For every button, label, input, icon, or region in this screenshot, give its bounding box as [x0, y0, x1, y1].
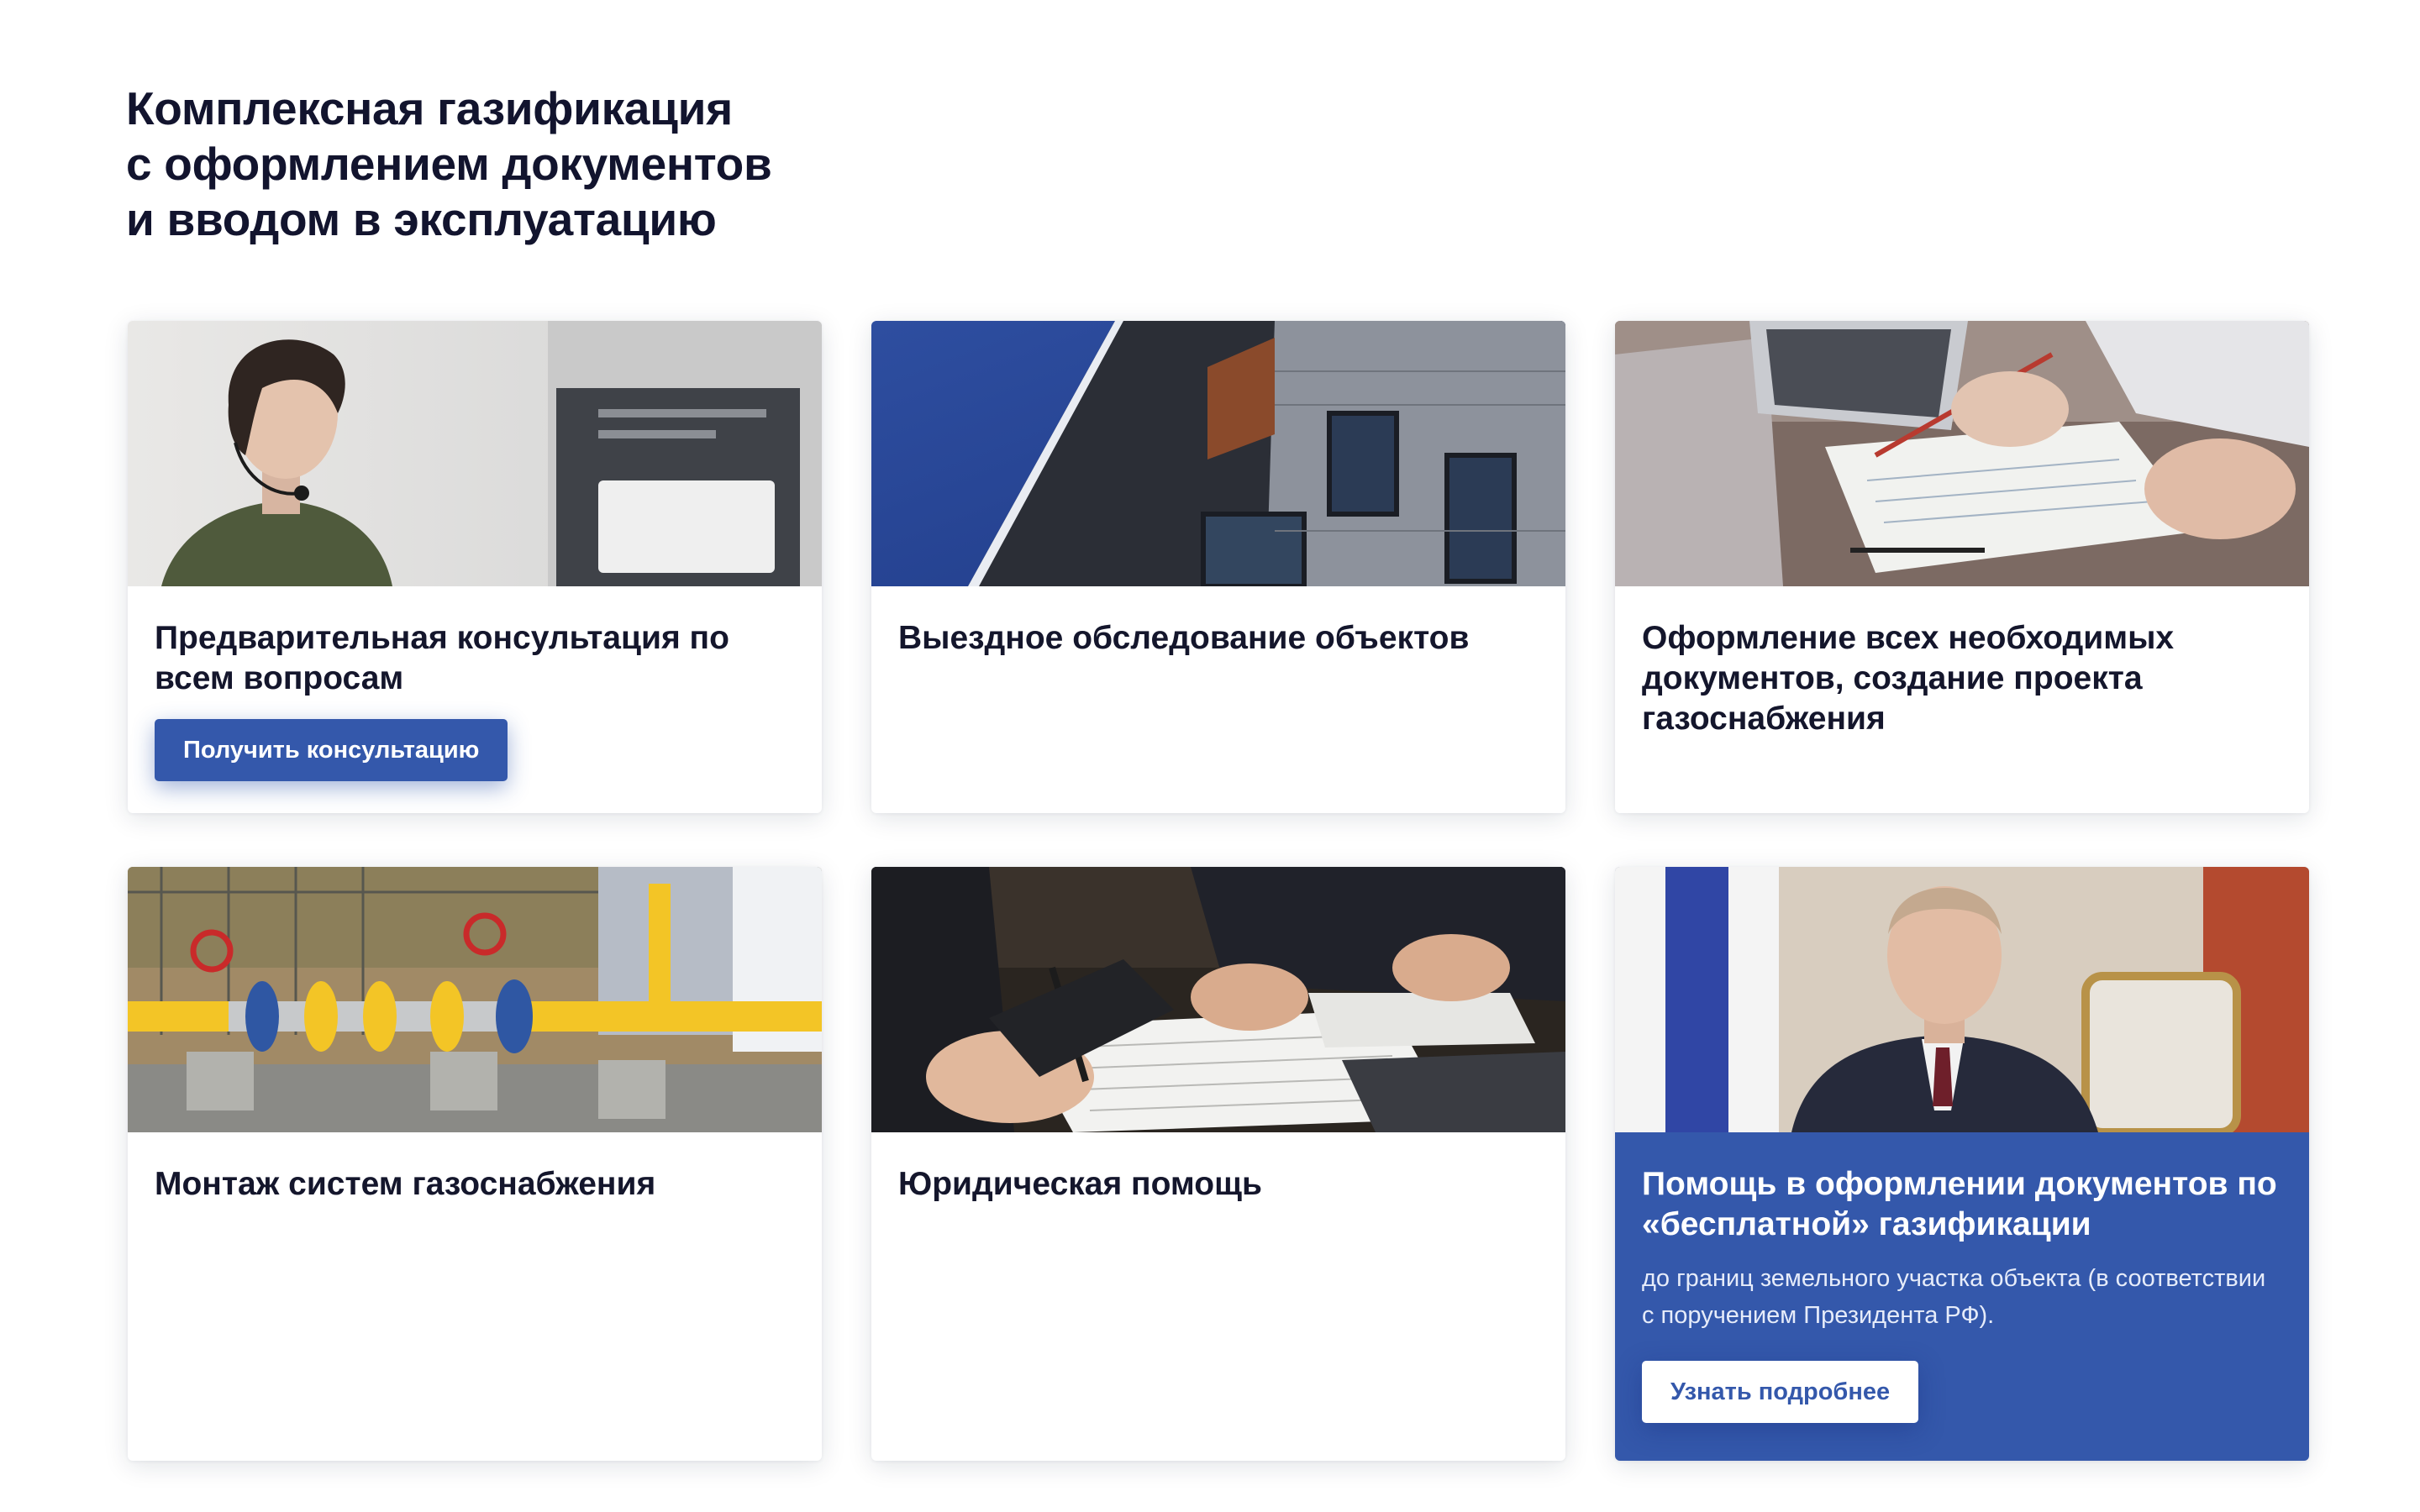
section-title-line: Комплексная газификация [126, 82, 733, 134]
card-title: Помощь в оформлении документов по «беспл… [1642, 1166, 2277, 1242]
card-title: Выездное обследование объектов [898, 620, 1470, 656]
learn-more-button[interactable]: Узнать подробнее [1642, 1361, 1919, 1423]
section-title: Комплексная газификация с оформлением до… [126, 81, 772, 247]
card-title: Юридическая помощь [898, 1166, 1262, 1202]
service-card-free-gasification: Помощь в оформлении документов по «беспл… [1615, 867, 2309, 1461]
service-card-inspection: Выездное обследование объектов [871, 321, 1565, 813]
card-title: Монтаж систем газоснабжения [155, 1166, 656, 1202]
card-image-operator [128, 321, 822, 586]
service-card-documents: Оформление всех необходимых документов, … [1615, 321, 2309, 813]
card-title: Оформление всех необходимых документов, … [1642, 620, 2175, 737]
card-image-contract [871, 867, 1565, 1132]
card-image-documents [1615, 321, 2309, 586]
card-description: до границ земельного участка объекта (в … [1642, 1265, 2266, 1329]
service-card-legal: Юридическая помощь [871, 867, 1565, 1461]
service-card-consultation: Предварительная консультация по всем воп… [128, 321, 822, 813]
service-card-installation: Монтаж систем газоснабжения [128, 867, 822, 1461]
card-image-building [871, 321, 1565, 586]
card-image-pipeline [128, 867, 822, 1132]
card-image-president [1615, 867, 2309, 1132]
section-title-line: и вводом в эксплуатацию [126, 193, 717, 245]
section-title-line: с оформлением документов [126, 138, 772, 190]
page: Комплексная газификация с оформлением до… [0, 0, 2420, 1512]
get-consultation-button[interactable]: Получить консультацию [155, 719, 508, 781]
card-title: Предварительная консультация по всем воп… [155, 620, 729, 696]
